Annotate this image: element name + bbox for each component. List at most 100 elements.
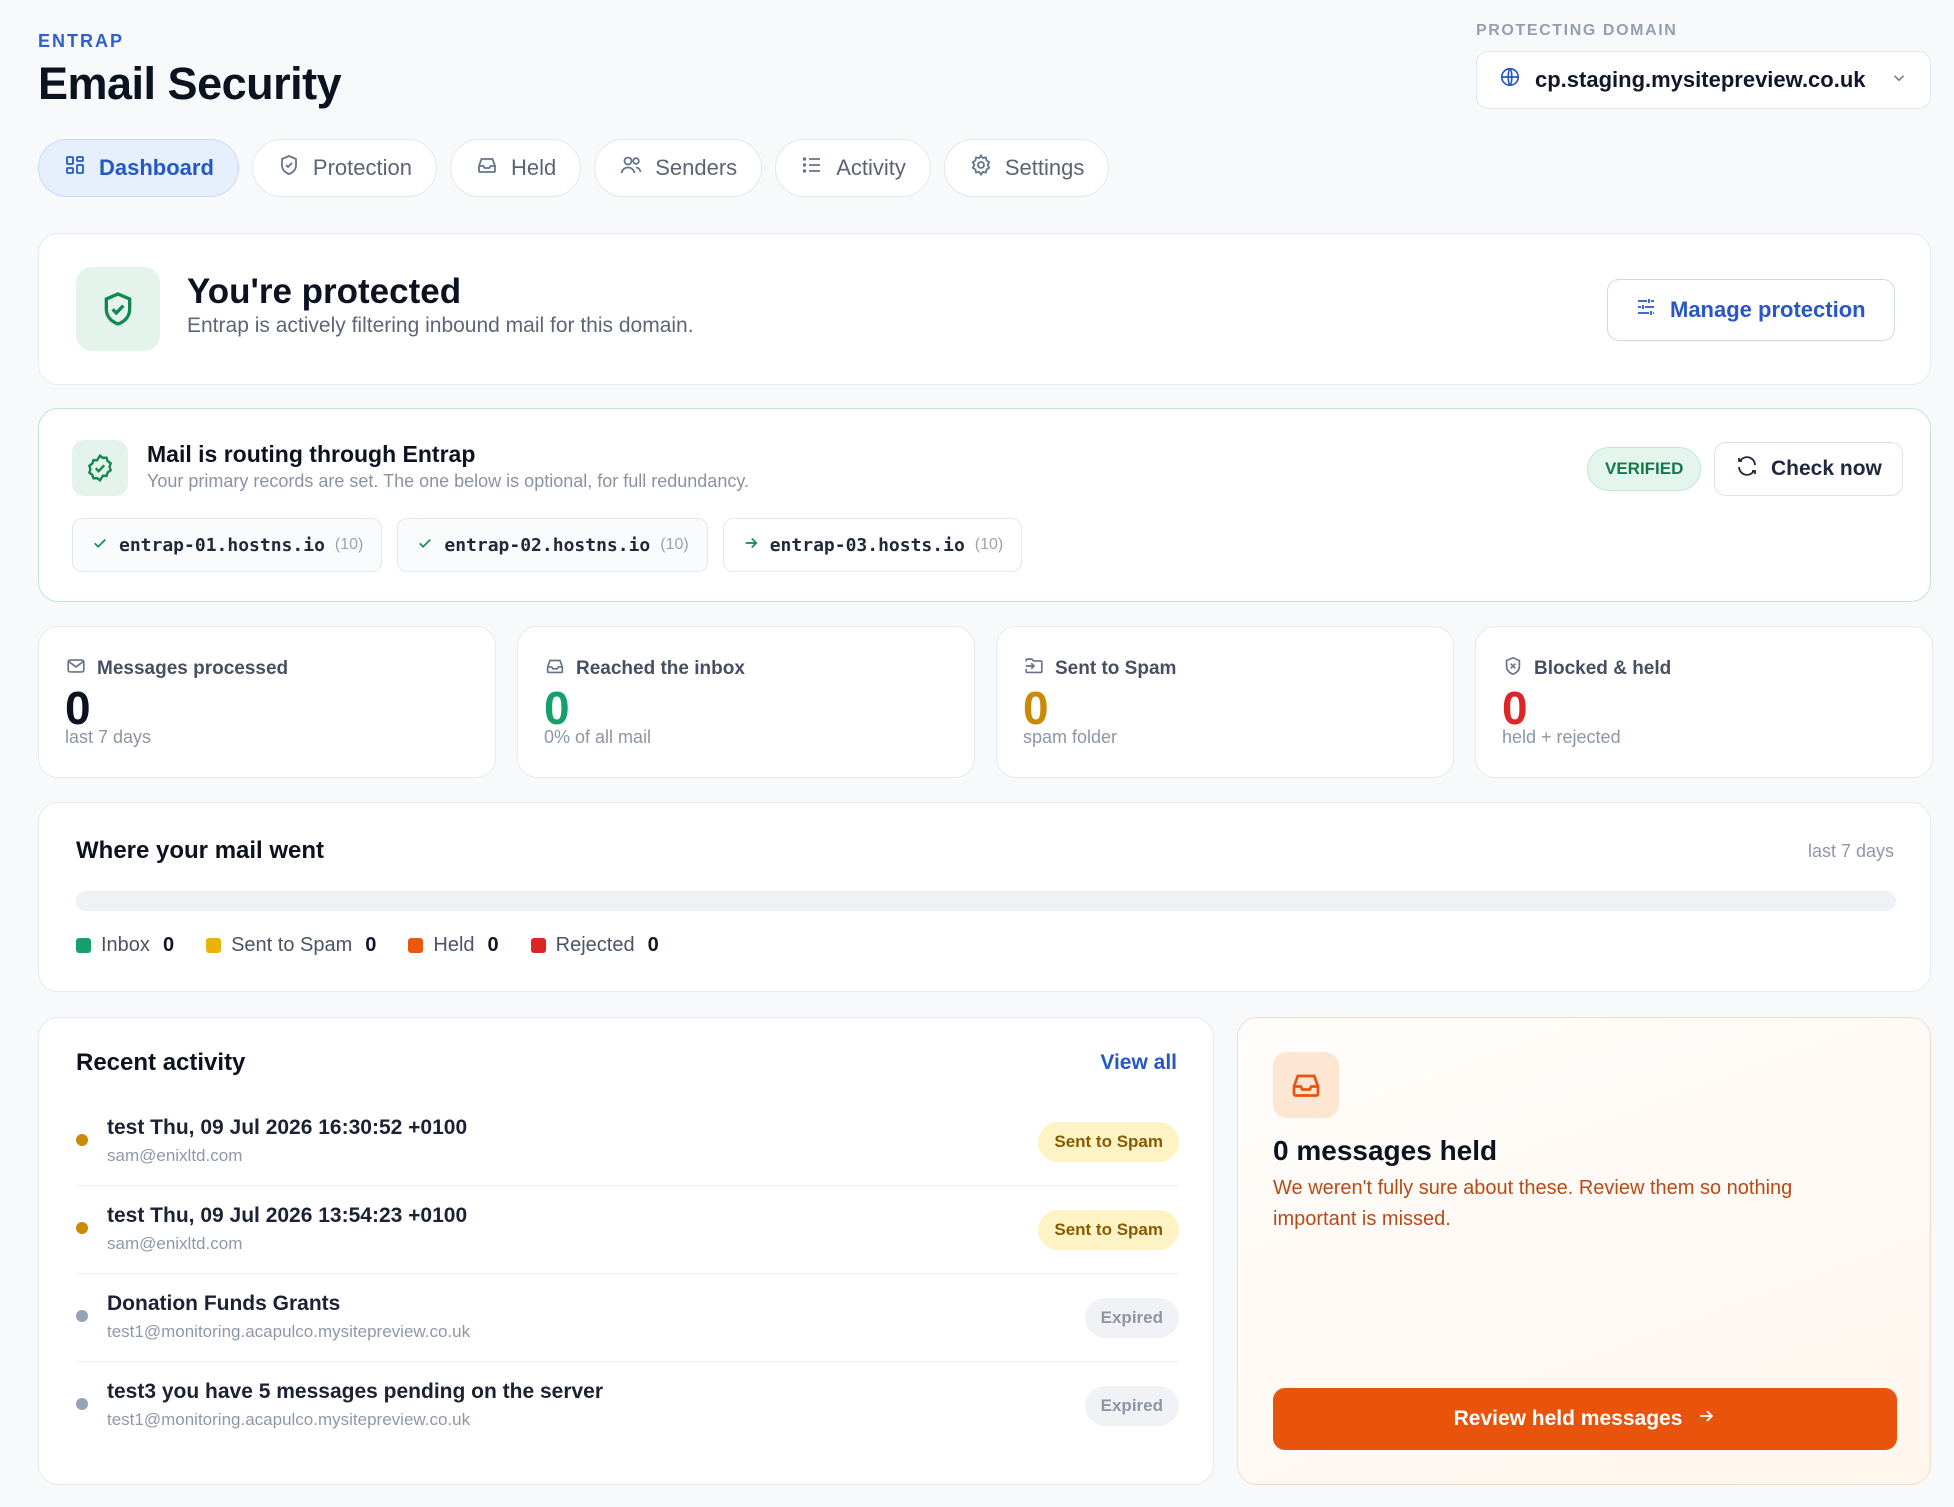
- mx-host-chip: entrap-03.hosts.io (10): [722, 518, 1023, 572]
- legend-swatch: [206, 938, 222, 953]
- stat-label: Blocked & held: [1534, 658, 1672, 679]
- users-icon: [619, 153, 643, 183]
- tab-activity[interactable]: Activity: [775, 139, 931, 197]
- activity-subject: test Thu, 09 Jul 2026 16:30:52 +0100: [107, 1116, 468, 1139]
- legend-swatch: [408, 938, 424, 953]
- nav-tabs: Dashboard Protection Held Senders Activi…: [38, 139, 1110, 197]
- legend-label: Sent to Spam: [231, 934, 353, 956]
- status-dot: [76, 1310, 88, 1322]
- routing-title: Mail is routing through Entrap: [147, 441, 476, 467]
- tab-label: Activity: [836, 155, 906, 180]
- blocked-shield-icon: [1502, 655, 1524, 683]
- shield-icon: [277, 153, 301, 183]
- held-description: We weren't fully sure about these. Revie…: [1273, 1177, 1793, 1230]
- tab-label: Held: [510, 155, 557, 180]
- legend-swatch: [530, 938, 546, 953]
- mx-host-priority: (10): [974, 536, 1004, 553]
- manage-protection-label: Manage protection: [1670, 297, 1866, 322]
- stat-note: 0% of all mail: [544, 727, 652, 747]
- activity-row[interactable]: test Thu, 09 Jul 2026 13:54:23 +0100 sam…: [76, 1186, 1179, 1274]
- status-dot: [76, 1398, 88, 1410]
- manage-protection-button[interactable]: Manage protection: [1607, 279, 1895, 341]
- check-badge-icon: [72, 440, 128, 496]
- stat-label: Reached the inbox: [576, 658, 745, 679]
- legend-value: 0: [487, 934, 499, 956]
- activity-sender: test1@monitoring.acapulco.mysitepreview.…: [107, 1322, 471, 1341]
- grid-icon: [63, 153, 87, 183]
- chevron-down-icon: [1890, 67, 1908, 93]
- routing-subtitle: Your primary records are set. The one be…: [147, 471, 749, 491]
- mx-host-list: entrap-01.hostns.io (10) entrap-02.hostn…: [72, 518, 1023, 572]
- sliders-icon: [1634, 295, 1658, 325]
- list-icon: [800, 153, 824, 183]
- distribution-legend: Inbox 0 Sent to Spam 0 Held 0 Rejected 0: [76, 934, 659, 957]
- tab-label: Dashboard: [99, 155, 214, 180]
- legend-held: Held 0: [408, 934, 499, 957]
- refresh-icon: [1735, 454, 1759, 484]
- verified-badge: VERIFIED: [1587, 447, 1702, 491]
- protection-title: You're protected: [187, 272, 462, 311]
- status-badge: Sent to Spam: [1038, 1122, 1179, 1162]
- globe-icon: [1499, 66, 1521, 94]
- stat-note: spam folder: [1023, 727, 1118, 747]
- legend-value: 0: [647, 934, 659, 956]
- protection-status-card: You're protected Entrap is actively filt…: [38, 233, 1931, 385]
- stat-label: Sent to Spam: [1055, 658, 1177, 679]
- shield-check-icon: [76, 267, 160, 351]
- stat-note: held + rejected: [1502, 727, 1621, 747]
- legend-inbox: Inbox 0: [76, 934, 174, 957]
- legend-label: Rejected: [555, 934, 635, 956]
- domain-select[interactable]: cp.staging.mysitepreview.co.uk: [1476, 51, 1931, 109]
- page-title: Email Security: [38, 58, 342, 109]
- activity-row[interactable]: test3 you have 5 messages pending on the…: [76, 1362, 1179, 1450]
- activity-row[interactable]: test Thu, 09 Jul 2026 16:30:52 +0100 sam…: [76, 1098, 1179, 1186]
- mx-host-name: entrap-03.hosts.io: [769, 534, 965, 556]
- tab-senders[interactable]: Senders: [594, 139, 763, 197]
- activity-row[interactable]: Donation Funds Grants test1@monitoring.a…: [76, 1274, 1179, 1362]
- check-icon: [416, 534, 434, 557]
- tab-held[interactable]: Held: [449, 139, 582, 197]
- tab-protection[interactable]: Protection: [251, 139, 437, 197]
- inbox-icon: [1273, 1052, 1339, 1118]
- status-badge: Expired: [1084, 1386, 1179, 1426]
- legend-swatch: [76, 938, 91, 953]
- activity-subject: Donation Funds Grants: [107, 1292, 341, 1315]
- view-all-link[interactable]: View all: [1100, 1051, 1177, 1075]
- mail-icon: [65, 655, 87, 683]
- gear-icon: [969, 153, 993, 183]
- review-held-button[interactable]: Review held messages: [1273, 1388, 1897, 1450]
- tab-label: Settings: [1004, 155, 1085, 180]
- stat-label-row: Messages processed: [65, 655, 288, 683]
- status-dot: [76, 1222, 88, 1234]
- legend-spam: Sent to Spam 0: [206, 934, 376, 957]
- legend-label: Inbox: [101, 934, 150, 956]
- tab-dashboard[interactable]: Dashboard: [38, 139, 239, 197]
- stat-messages-processed: Messages processed 0 last 7 days: [38, 626, 496, 778]
- stat-value: 0: [1023, 682, 1049, 734]
- check-icon: [91, 534, 109, 557]
- held-count-title: 0 messages held: [1273, 1135, 1498, 1166]
- mx-host-priority: (10): [660, 536, 689, 553]
- stat-label-row: Blocked & held: [1502, 655, 1671, 683]
- check-now-button[interactable]: Check now: [1714, 442, 1903, 496]
- stat-label-row: Reached the inbox: [544, 655, 745, 683]
- activity-sender: sam@enixltd.com: [107, 1234, 243, 1253]
- stat-value: 0: [544, 682, 570, 734]
- tab-label: Protection: [312, 155, 412, 180]
- inbox-icon: [544, 655, 566, 683]
- mx-host-name: entrap-01.hostns.io: [119, 534, 325, 556]
- activity-list: test Thu, 09 Jul 2026 16:30:52 +0100 sam…: [76, 1098, 1179, 1450]
- stat-blocked-held: Blocked & held 0 held + rejected: [1475, 626, 1933, 778]
- recent-activity-card: Recent activity View all test Thu, 09 Ju…: [38, 1017, 1214, 1485]
- tab-label: Senders: [655, 155, 738, 180]
- activity-subject: test Thu, 09 Jul 2026 13:54:23 +0100: [107, 1204, 468, 1227]
- stat-label: Messages processed: [97, 658, 289, 679]
- legend-value: 0: [365, 934, 377, 956]
- mail-distribution-card: Where your mail went last 7 days Inbox 0…: [38, 802, 1931, 992]
- arrow-right-icon: [1696, 1406, 1716, 1432]
- spam-folder-icon: [1023, 655, 1045, 683]
- tab-settings[interactable]: Settings: [943, 139, 1110, 197]
- arrow-right-icon: [742, 534, 760, 557]
- mx-host-priority: (10): [334, 536, 364, 553]
- activity-sender: sam@enixltd.com: [107, 1146, 243, 1165]
